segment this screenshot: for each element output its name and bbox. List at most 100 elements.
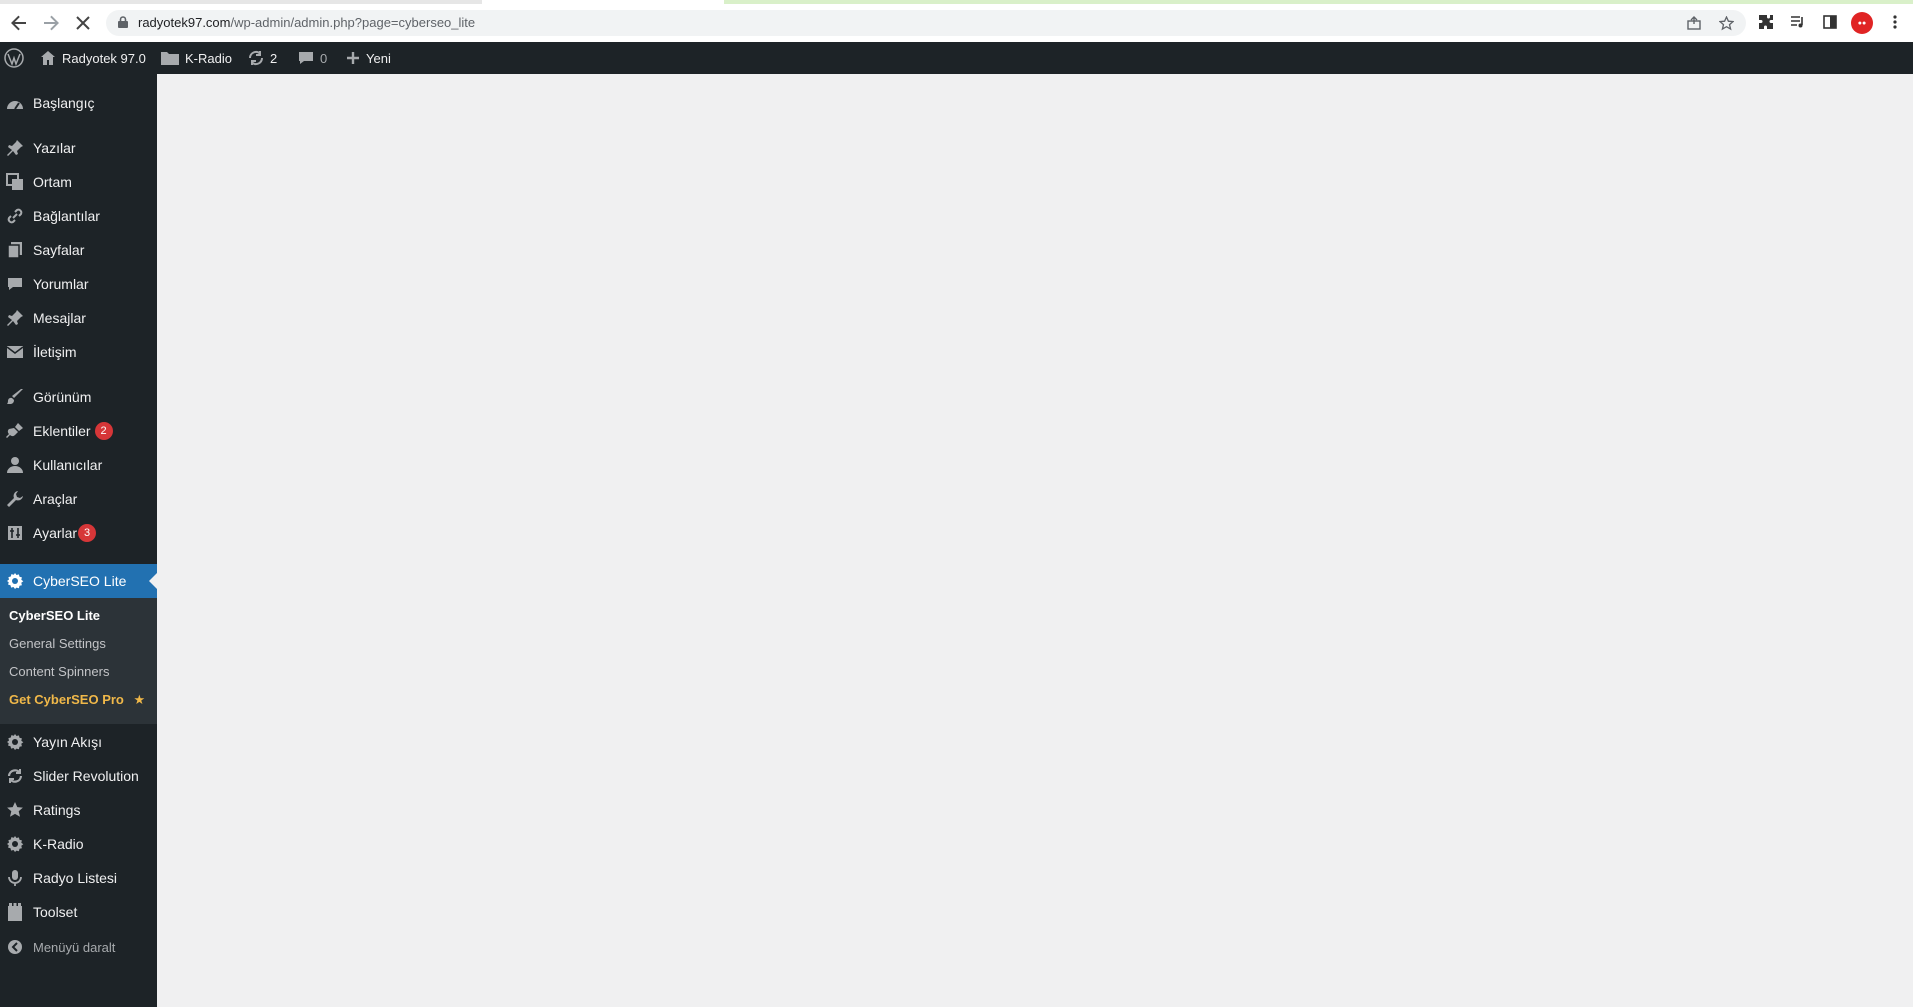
updates-count: 2 [270,50,278,66]
media-icon [0,173,30,191]
sidebar-item-label: Ortam [33,174,72,190]
k-radio-link[interactable]: K-Radio [161,42,232,74]
submenu-content-spinners[interactable]: Content Spinners [9,664,109,679]
sidebar-item-links[interactable]: Bağlantılar [0,199,157,233]
comments-count: 0 [320,50,328,66]
home-icon [40,50,56,66]
lock-icon[interactable] [118,16,128,28]
submenu-get-cyberseo-pro[interactable]: Get CyberSEO Pro ★ [9,692,145,708]
link-icon [0,207,30,225]
brush-icon [0,388,30,406]
admin-sidebar: Başlangıç Yazılar Ortam Bağlantılar Sayf… [0,74,157,1007]
sidebar-item-label: Yazılar [33,140,76,156]
sidebar-item-ratings[interactable]: Ratings [0,793,157,827]
plugin-icon [0,422,30,440]
sidebar-item-label: Başlangıç [33,95,95,111]
sidebar-item-messages[interactable]: Mesajlar [0,301,157,335]
sidebar-item-label: Ayarlar [33,525,78,541]
sidebar-item-label: Eklentiler [33,423,91,439]
refresh-icon [0,768,30,784]
settings-badge: 3 [78,524,97,542]
plus-icon [346,51,360,65]
back-arrow-icon[interactable] [8,12,30,34]
submenu-cyberseo-lite[interactable]: CyberSEO Lite [9,608,100,623]
user-icon [0,456,30,474]
url-text[interactable]: radyotek97.com/wp-admin/admin.php?page=c… [138,15,475,30]
stop-loading-icon[interactable] [72,12,94,34]
sidebar-item-label: Toolset [33,904,78,920]
sidebar-item-dashboard[interactable]: Başlangıç [0,86,157,120]
star-icon [0,801,30,819]
updates-icon [248,50,264,66]
folder-icon [161,51,179,65]
sidebar-item-plugins[interactable]: Eklentiler 2 [0,414,157,448]
microphone-icon [0,869,30,887]
sidebar-item-appearance[interactable]: Görünüm [0,380,157,414]
menu-dots-icon[interactable] [1885,12,1905,32]
sidebar-item-label: Radyo Listesi [33,870,118,886]
pin-icon [0,139,30,157]
cyberseo-submenu: CyberSEO Lite General Settings Content S… [0,598,157,724]
dashboard-icon [0,96,30,110]
sidebar-item-pages[interactable]: Sayfalar [0,233,157,267]
star-icon: ★ [133,692,146,707]
sidebar-item-toolset[interactable]: Toolset [0,895,157,929]
forward-arrow-icon[interactable] [40,12,62,34]
plugin-update-badge: 2 [94,422,113,440]
browser-toolbar: radyotek97.com/wp-admin/admin.php?page=c… [0,0,1913,42]
sidebar-item-label: Mesajlar [33,310,86,326]
collapse-menu-button[interactable]: Menüyü daralt [0,930,157,964]
sidebar-item-label: Yorumlar [33,276,89,292]
collapse-menu-label: Menüyü daralt [33,939,116,955]
url-path: /wp-admin/admin.php?page=cyberseo_lite [230,15,476,30]
profile-avatar[interactable]: ●● [1851,12,1873,34]
sidebar-item-k-radio[interactable]: K-Radio [0,827,157,861]
collapse-arrow-icon [0,939,30,955]
side-panel-icon[interactable] [1820,12,1840,32]
sidebar-item-settings[interactable]: Ayarlar 3 [0,516,157,550]
media-queue-icon[interactable] [1788,12,1808,32]
star-icon[interactable] [1718,15,1734,31]
address-bar[interactable]: radyotek97.com/wp-admin/admin.php?page=c… [106,10,1746,36]
share-icon[interactable] [1686,15,1702,31]
k-radio-label: K-Radio [185,50,232,66]
sidebar-item-contact[interactable]: İletişim [0,335,157,369]
sidebar-item-slider-revolution[interactable]: Slider Revolution [0,759,157,793]
comment-icon [0,276,30,292]
new-label: Yeni [366,50,391,66]
sidebar-item-label: Sayfalar [33,242,85,258]
sidebar-item-label: Yayın Akışı [33,734,102,750]
extensions-icon[interactable] [1756,12,1776,32]
sidebar-item-yayin-akisi[interactable]: Yayın Akışı [0,725,157,759]
site-name-link[interactable]: Radyotek 97.0 [40,42,146,74]
sidebar-item-label: Görünüm [33,389,92,405]
comment-icon [298,50,314,66]
submenu-general-settings[interactable]: General Settings [9,636,106,651]
updates-link[interactable]: 2 [248,42,277,74]
sidebar-item-label: K-Radio [33,836,84,852]
gear-icon [0,835,30,853]
sidebar-item-radyo-listesi[interactable]: Radyo Listesi [0,861,157,895]
new-content-link[interactable]: Yeni [346,42,391,74]
tab-strip-left [0,0,482,4]
toolset-icon [0,902,30,922]
sidebar-item-label: Ratings [33,802,81,818]
sidebar-item-media[interactable]: Ortam [0,165,157,199]
wordpress-logo-icon[interactable] [4,42,24,74]
settings-icon [0,525,30,541]
sidebar-item-users[interactable]: Kullanıcılar [0,448,157,482]
site-name: Radyotek 97.0 [62,50,146,66]
sidebar-item-label: Kullanıcılar [33,457,103,473]
sidebar-item-tools[interactable]: Araçlar [0,482,157,516]
sidebar-item-cyberseo-lite[interactable]: CyberSEO Lite [0,564,157,598]
sidebar-item-label: Slider Revolution [33,768,139,784]
wp-admin-bar: Radyotek 97.0 K-Radio 2 0 Yeni [0,42,1913,74]
pin-icon [0,309,30,327]
comments-link[interactable]: 0 [298,42,327,74]
active-menu-arrow [149,573,157,589]
sidebar-item-posts[interactable]: Yazılar [0,131,157,165]
sidebar-item-comments[interactable]: Yorumlar [0,267,157,301]
main-content-area [157,74,1913,1007]
pages-icon [0,241,30,259]
url-host: radyotek97.com [138,15,231,30]
